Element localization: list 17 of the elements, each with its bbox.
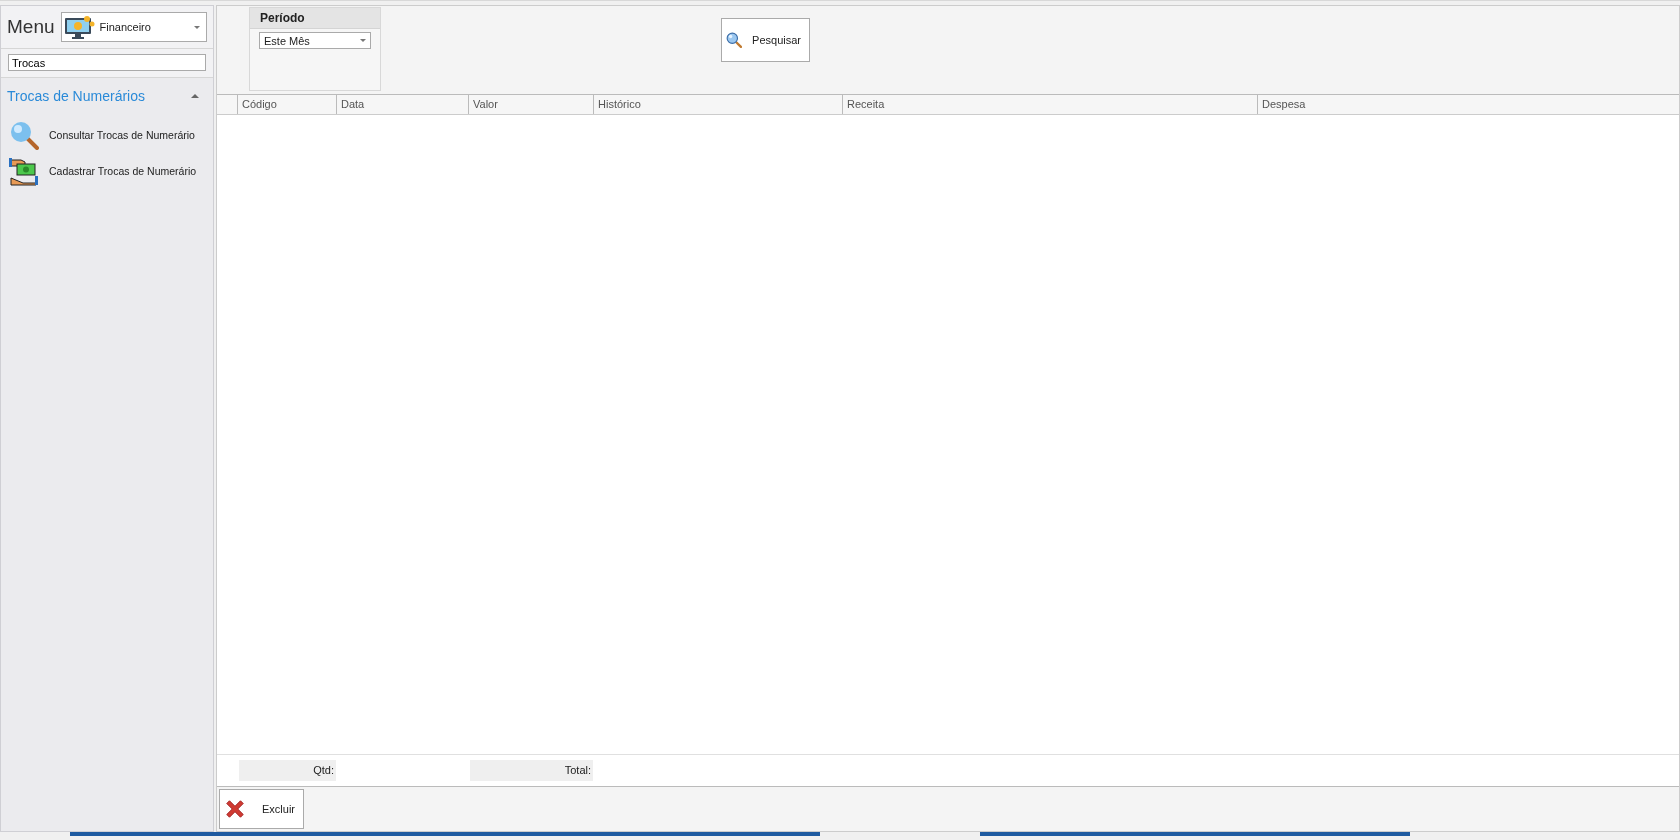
menu-title: Menu (7, 16, 55, 38)
search-button[interactable]: Pesquisar (721, 18, 810, 62)
menu-item[interactable]: Consultar Trocas de Numerário (9, 120, 205, 150)
column-header[interactable]: Valor (468, 95, 593, 114)
column-header[interactable]: Código (237, 95, 336, 114)
column-header[interactable]: Histórico (593, 95, 842, 114)
summary-label: Total: (470, 760, 593, 781)
column-header[interactable]: Despesa (1257, 95, 1679, 114)
delete-button[interactable]: Excluir (219, 789, 304, 829)
column-header[interactable]: Receita (842, 95, 1257, 114)
period-dropdown[interactable]: Este Mês (259, 32, 371, 49)
module-dropdown[interactable]: Financeiro (60, 12, 207, 42)
group-title: Período (250, 8, 380, 29)
summary-label: Qtd: (239, 760, 336, 781)
column-header[interactable]: Data (336, 95, 468, 114)
search-field[interactable]: Trocas (8, 54, 206, 71)
menu-item[interactable]: Cadastrar Trocas de Numerário (9, 156, 205, 186)
